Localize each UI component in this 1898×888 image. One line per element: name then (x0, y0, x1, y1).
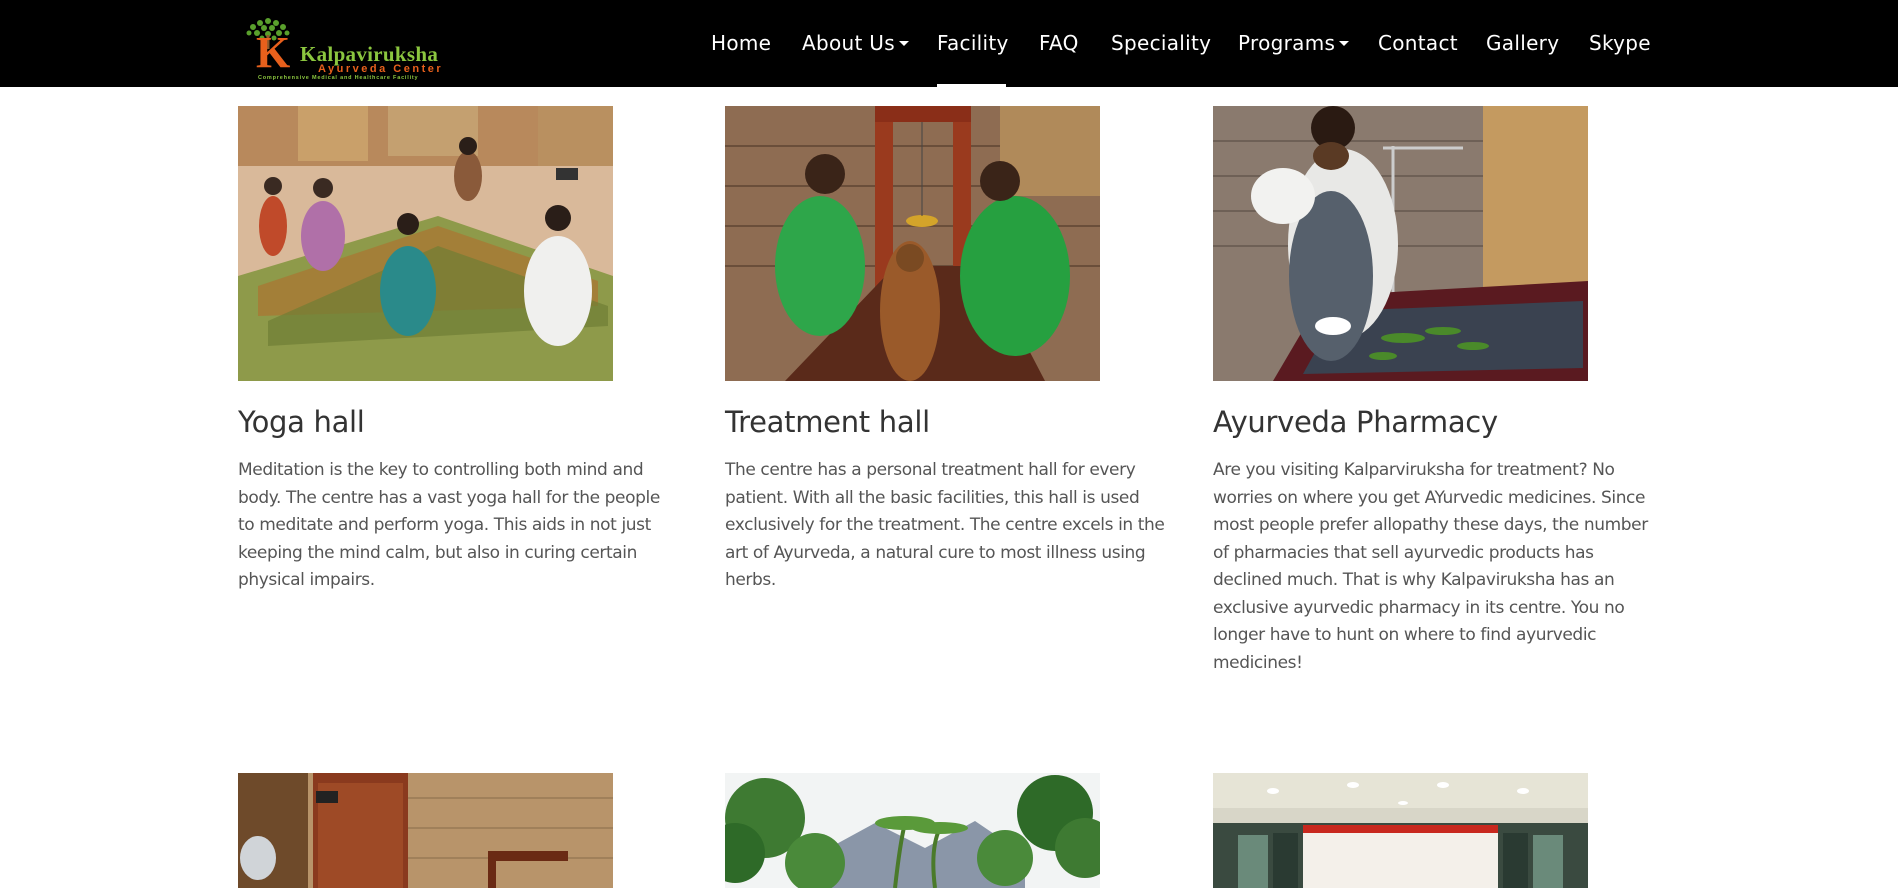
nav-home[interactable]: Home (711, 29, 771, 57)
nav-faq-label: FAQ (1039, 31, 1079, 55)
nav-facility-label: Facility (937, 31, 1009, 55)
nav-about-us[interactable]: About Us (802, 29, 909, 57)
chevron-down-icon (898, 41, 909, 46)
nav-skype-label: Skype (1589, 31, 1651, 55)
nav-about-us-label: About Us (802, 31, 895, 55)
nav-programs[interactable]: Programs (1238, 29, 1350, 57)
garden-photo (725, 773, 1100, 888)
treatment-hall-photo (725, 106, 1100, 381)
nav-facility[interactable]: Facility (937, 29, 1009, 57)
logo-tagline: Comprehensive Medical and Healthcare Fac… (258, 75, 419, 81)
nav-programs-label: Programs (1238, 31, 1336, 55)
hall-photo (1213, 773, 1588, 888)
facility-title: Ayurveda Pharmacy (1213, 405, 1498, 439)
ayurveda-pharmacy-photo (1213, 106, 1588, 381)
logo-name: Kalpaviruksha (300, 42, 439, 66)
logo-initial: K (256, 28, 291, 77)
logo-subtitle: Ayurveda Center (318, 63, 444, 75)
nav-home-label: Home (711, 31, 772, 55)
top-navbar: K Kalpaviruksha Ayurveda Center Comprehe… (0, 0, 1898, 87)
nav-contact[interactable]: Contact (1378, 29, 1458, 57)
facility-description: Meditation is the key to controlling bot… (238, 460, 660, 590)
facility-description: Are you visiting Kalparviruksha for trea… (1213, 460, 1648, 673)
facility-title: Treatment hall (725, 405, 930, 439)
site-logo[interactable]: K Kalpaviruksha Ayurveda Center Comprehe… (238, 15, 460, 81)
nav-gallery-label: Gallery (1486, 31, 1560, 55)
nav-gallery[interactable]: Gallery (1486, 29, 1559, 57)
chevron-down-icon (1339, 41, 1350, 46)
yoga-hall-photo (238, 106, 613, 381)
nav-contact-label: Contact (1378, 31, 1458, 55)
nav-skype[interactable]: Skype (1589, 29, 1651, 57)
room-photo (238, 773, 613, 888)
facility-title: Yoga hall (238, 405, 365, 439)
facility-description: The centre has a personal treatment hall… (725, 460, 1165, 590)
nav-faq[interactable]: FAQ (1039, 29, 1079, 57)
nav-speciality-label: Speciality (1111, 31, 1212, 55)
nav-active-indicator (937, 84, 1006, 87)
nav-speciality[interactable]: Speciality (1111, 29, 1211, 57)
